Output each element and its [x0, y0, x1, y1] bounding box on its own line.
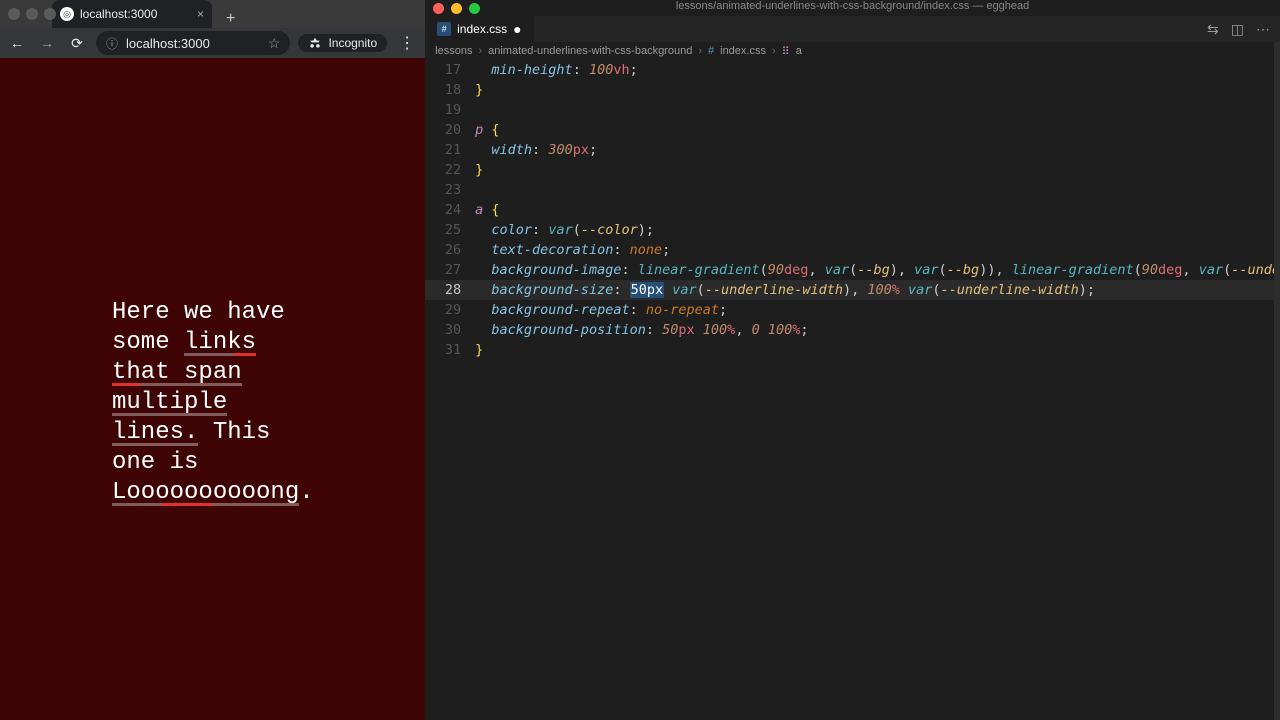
maximize-window-icon[interactable]	[469, 3, 480, 14]
macos-window-controls[interactable]	[8, 8, 56, 20]
code-line[interactable]: 25 color: var(--color);	[425, 220, 1280, 240]
close-window-icon[interactable]	[433, 3, 444, 14]
line-number: 26	[425, 240, 475, 260]
unsaved-indicator-icon: ●	[513, 21, 521, 37]
page-viewport[interactable]: Here we have some links that span multip…	[0, 58, 425, 720]
browser-toolbar: ← → ⟳ ⓘ localhost:3000 ☆ Incognito ⋮	[0, 28, 425, 58]
code-line[interactable]: 24a {	[425, 200, 1280, 220]
code-content: text-decoration: none;	[475, 240, 670, 260]
code-content: }	[475, 80, 483, 100]
paragraph-text: .	[299, 479, 313, 506]
line-number: 19	[425, 100, 475, 120]
code-line[interactable]: 20p {	[425, 120, 1280, 140]
code-line[interactable]: 19	[425, 100, 1280, 120]
line-number: 28	[425, 280, 475, 300]
code-line[interactable]: 27 background-image: linear-gradient(90d…	[425, 260, 1280, 280]
code-line[interactable]: 26 text-decoration: none;	[425, 240, 1280, 260]
favicon-icon: ◎	[60, 7, 74, 21]
minimize-window-icon[interactable]	[451, 3, 462, 14]
code-content: }	[475, 340, 483, 360]
editor-tab-active[interactable]: # index.css ●	[425, 16, 534, 42]
code-line[interactable]: 30 background-position: 50px 100%, 0 100…	[425, 320, 1280, 340]
line-number: 24	[425, 200, 475, 220]
code-content: background-size: 50px var(--underline-wi…	[475, 280, 1095, 300]
line-number: 29	[425, 300, 475, 320]
editor-tab-actions: ⇆ ◫ ⋯	[1207, 16, 1280, 42]
forward-button[interactable]: →	[36, 32, 58, 54]
code-content: color: var(--color);	[475, 220, 654, 240]
chevron-right-icon: ›	[698, 45, 702, 57]
code-content: a {	[475, 200, 499, 220]
url-text: localhost:3000	[126, 36, 210, 51]
back-button[interactable]: ←	[6, 32, 28, 54]
chevron-right-icon: ›	[772, 45, 776, 57]
browser-window: ◎ localhost:3000 × + ← → ⟳ ⓘ localhost:3…	[0, 0, 425, 720]
line-number: 25	[425, 220, 475, 240]
breadcrumb-file[interactable]: index.css	[720, 45, 766, 57]
code-content: p {	[475, 120, 499, 140]
line-number: 22	[425, 160, 475, 180]
incognito-label: Incognito	[328, 36, 377, 50]
browser-tabstrip: ◎ localhost:3000 × +	[0, 0, 425, 28]
code-content: background-position: 50px 100%, 0 100%;	[475, 320, 808, 340]
site-info-icon[interactable]: ⓘ	[106, 35, 118, 52]
breadcrumb-item[interactable]: lessons	[435, 45, 472, 57]
breadcrumb[interactable]: lessons › animated-underlines-with-css-b…	[425, 42, 1280, 60]
tab-title: localhost:3000	[80, 7, 157, 21]
css-file-icon: #	[437, 22, 451, 36]
line-number: 27	[425, 260, 475, 280]
split-editor-icon[interactable]: ◫	[1231, 21, 1244, 38]
breadcrumb-item[interactable]: animated-underlines-with-css-background	[488, 45, 692, 57]
line-number: 18	[425, 80, 475, 100]
new-tab-button[interactable]: +	[220, 10, 241, 28]
line-number: 20	[425, 120, 475, 140]
line-number: 30	[425, 320, 475, 340]
editor-window-controls[interactable]	[425, 0, 1280, 16]
code-line[interactable]: 31}	[425, 340, 1280, 360]
bookmark-icon[interactable]: ☆	[268, 35, 281, 52]
code-line[interactable]: 23	[425, 180, 1280, 200]
browser-tab[interactable]: ◎ localhost:3000 ×	[52, 0, 212, 28]
code-editor-window: lessons/animated-underlines-with-css-bac…	[425, 0, 1280, 720]
css-rule-icon: ⠿	[782, 45, 790, 58]
close-tab-icon[interactable]: ×	[197, 7, 204, 21]
code-area[interactable]: 17 min-height: 100vh;18}1920p {21 width:…	[425, 60, 1280, 720]
maximize-window-icon[interactable]	[44, 8, 56, 20]
code-content: }	[475, 160, 483, 180]
code-line[interactable]: 28 background-size: 50px var(--underline…	[425, 280, 1280, 300]
demo-link-2[interactable]: Loooooooooong	[112, 479, 299, 506]
code-content: width: 300px;	[475, 140, 597, 160]
incognito-icon	[308, 36, 322, 50]
minimize-window-icon[interactable]	[26, 8, 38, 20]
line-number: 31	[425, 340, 475, 360]
close-window-icon[interactable]	[8, 8, 20, 20]
browser-menu-icon[interactable]: ⋮	[395, 33, 419, 53]
line-number: 23	[425, 180, 475, 200]
code-line[interactable]: 21 width: 300px;	[425, 140, 1280, 160]
code-line[interactable]: 17 min-height: 100vh;	[425, 60, 1280, 80]
breadcrumb-symbol[interactable]: a	[796, 45, 802, 57]
incognito-badge[interactable]: Incognito	[298, 34, 387, 52]
line-number: 21	[425, 140, 475, 160]
reload-button[interactable]: ⟳	[66, 32, 88, 54]
scrollbar[interactable]	[1274, 42, 1280, 720]
compare-changes-icon[interactable]: ⇆	[1207, 21, 1219, 38]
code-content: background-repeat: no-repeat;	[475, 300, 727, 320]
editor-tab-label: index.css	[457, 22, 507, 36]
code-line[interactable]: 22}	[425, 160, 1280, 180]
demo-paragraph: Here we have some links that span multip…	[112, 298, 322, 508]
editor-tabs: # index.css ● ⇆ ◫ ⋯	[425, 16, 1280, 42]
code-line[interactable]: 29 background-repeat: no-repeat;	[425, 300, 1280, 320]
code-content: background-image: linear-gradient(90deg,…	[475, 260, 1280, 280]
line-number: 17	[425, 60, 475, 80]
address-bar[interactable]: ⓘ localhost:3000 ☆	[96, 31, 290, 55]
code-content: min-height: 100vh;	[475, 60, 638, 80]
chevron-right-icon: ›	[478, 45, 482, 57]
code-line[interactable]: 18}	[425, 80, 1280, 100]
more-actions-icon[interactable]: ⋯	[1256, 21, 1270, 38]
